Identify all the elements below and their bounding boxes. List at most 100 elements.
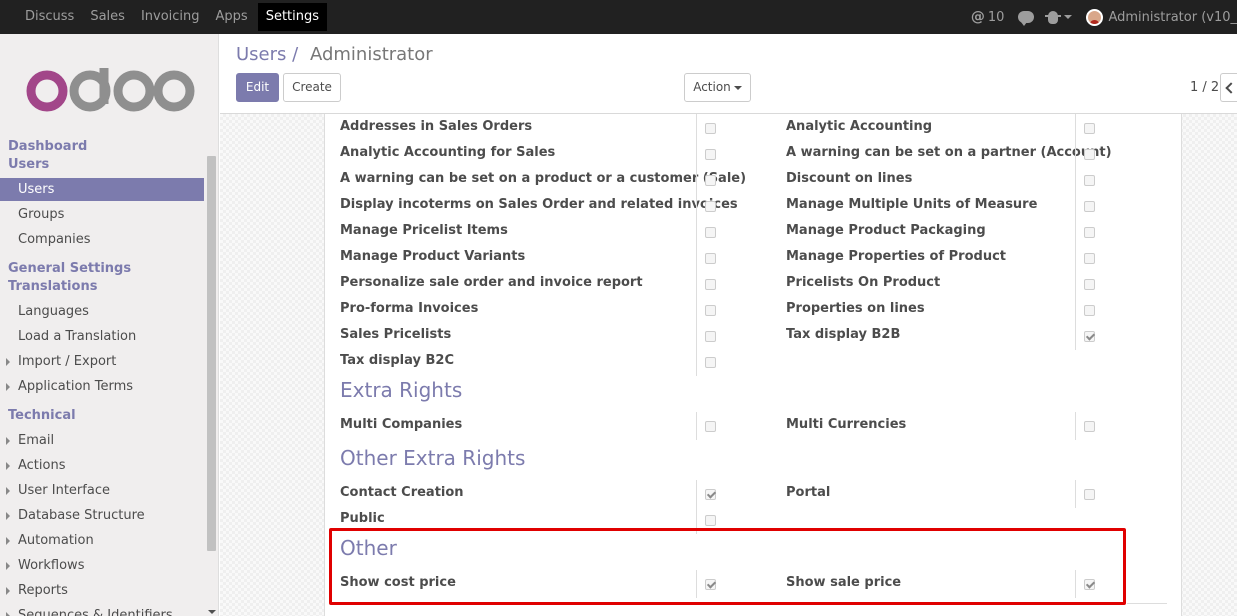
right-label-manage-properties-of-product: Manage Properties of Product — [786, 249, 1007, 264]
checkbox-display-incoterms-on-sales-order-and-related-invoices[interactable] — [705, 201, 716, 212]
sidebar-item-automation[interactable]: Automation — [0, 529, 204, 552]
checkbox-personalize-sale-order-and-invoice-report[interactable] — [705, 279, 716, 290]
access-right-row: Tax display B2C — [325, 348, 1183, 376]
right-label-a-warning-can-be-set-on-a-product-or-a-customer-sale: A warning can be set on a product or a c… — [340, 171, 747, 186]
sidebar-item-user-interface[interactable]: User Interface — [0, 479, 204, 502]
odoo-logo — [26, 68, 195, 112]
access-right-row: Manage Product Variants Manage Properties… — [325, 244, 1183, 272]
sidebar-item-application-terms[interactable]: Application Terms — [0, 375, 204, 398]
sidebar-item-companies[interactable]: Companies — [0, 228, 204, 251]
mentions-button[interactable]: @ 10 — [971, 9, 1005, 25]
user-menu-button[interactable]: Administrator (v10_ — [1086, 8, 1237, 26]
chevron-down-icon — [733, 85, 742, 90]
sidebar-section-dashboard[interactable]: Dashboard — [8, 139, 87, 154]
sidebar-item-load-translation[interactable]: Load a Translation — [0, 325, 204, 348]
sidebar-item-email[interactable]: Email — [0, 429, 204, 452]
section-title-other-extra-rights: Other Extra Rights — [340, 446, 526, 470]
field-separator — [696, 270, 697, 298]
checkbox-multi-companies[interactable] — [705, 421, 716, 432]
checkbox-manage-pricelist-items[interactable] — [705, 227, 716, 238]
bug-icon — [1045, 10, 1062, 24]
checkbox-public[interactable] — [705, 515, 716, 526]
checkbox-a-warning-can-be-set-on-a-product-or-a-customer-sale[interactable] — [705, 175, 716, 186]
avatar — [1086, 8, 1104, 26]
sidebar-section-technical[interactable]: Technical — [8, 408, 76, 423]
sidebar-scrollbar[interactable] — [205, 152, 218, 616]
menu-sales[interactable]: Sales — [82, 3, 133, 31]
control-panel: Users / Administrator Edit Create Action… — [220, 34, 1237, 114]
access-right-row: Addresses in Sales Orders Analytic Accoun… — [325, 114, 1183, 142]
checkbox-tax-display-b2b[interactable] — [1084, 331, 1095, 342]
checkbox-analytic-accounting[interactable] — [1084, 123, 1095, 134]
right-label-addresses-in-sales-orders: Addresses in Sales Orders — [340, 119, 533, 134]
sidebar-item-import-export[interactable]: Import / Export — [0, 350, 204, 373]
sidebar-item-actions[interactable]: Actions — [0, 454, 204, 477]
right-label-display-incoterms-on-sales-order-and-related-invoices: Display incoterms on Sales Order and rel… — [340, 197, 738, 212]
right-label-show-sale-price: Show sale price — [786, 575, 902, 590]
field-separator — [696, 506, 697, 534]
checkbox-manage-multiple-units-of-measure[interactable] — [1084, 201, 1095, 212]
checkbox-tax-display-b2c[interactable] — [705, 357, 716, 368]
scrollbar-thumb[interactable] — [207, 156, 216, 551]
checkbox-show-cost-price[interactable] — [705, 579, 716, 590]
field-separator — [1075, 166, 1076, 194]
sidebar-section-translations[interactable]: Translations — [8, 279, 97, 294]
right-label-tax-display-b2c: Tax display B2C — [340, 353, 455, 368]
field-separator — [1075, 114, 1076, 142]
access-right-row: Multi Companies Multi Currencies — [325, 412, 1183, 440]
access-right-row: Manage Pricelist Items Manage Product Pac… — [325, 218, 1183, 246]
field-separator — [1075, 296, 1076, 324]
scroll-down-arrow-icon[interactable] — [208, 610, 216, 614]
edit-button[interactable]: Edit — [236, 73, 279, 102]
chevron-down-icon — [1064, 15, 1073, 19]
checkbox-contact-creation[interactable] — [705, 489, 716, 500]
sidebar-item-languages[interactable]: Languages — [0, 300, 204, 323]
breadcrumb-users-link[interactable]: Users — [236, 44, 286, 65]
checkbox-manage-product-variants[interactable] — [705, 253, 716, 264]
checkbox-sales-pricelists[interactable] — [705, 331, 716, 342]
sidebar: Dashboard Users Users Groups Companies G… — [0, 34, 219, 616]
sidebar-section-users[interactable]: Users — [8, 157, 49, 172]
sidebar-item-users[interactable]: Users — [0, 178, 204, 201]
sidebar-item-sequences[interactable]: Sequences & Identifiers — [0, 604, 204, 616]
menu-settings[interactable]: Settings — [257, 3, 328, 31]
access-right-row: A warning can be set on a product or a c… — [325, 166, 1183, 194]
checkbox-portal[interactable] — [1084, 489, 1095, 500]
checkbox-a-warning-can-be-set-on-a-partner-account[interactable] — [1084, 149, 1095, 160]
action-dropdown-button[interactable]: Action — [684, 73, 751, 102]
right-label-show-cost-price: Show cost price — [340, 575, 456, 590]
menu-apps[interactable]: Apps — [208, 3, 256, 31]
sidebar-item-workflows[interactable]: Workflows — [0, 554, 204, 577]
create-button[interactable]: Create — [283, 73, 341, 102]
pager-previous-button[interactable] — [1220, 73, 1237, 102]
checkbox-show-sale-price[interactable] — [1084, 579, 1095, 590]
sidebar-item-database-structure[interactable]: Database Structure — [0, 504, 204, 527]
sidebar-section-general-settings[interactable]: General Settings — [8, 261, 131, 276]
menu-invoicing[interactable]: Invoicing — [133, 3, 208, 31]
checkbox-manage-properties-of-product[interactable] — [1084, 253, 1095, 264]
right-label-discount-on-lines: Discount on lines — [786, 171, 913, 186]
right-label-analytic-accounting: Analytic Accounting — [786, 119, 933, 134]
menu-discuss[interactable]: Discuss — [17, 3, 82, 31]
checkbox-addresses-in-sales-orders[interactable] — [705, 123, 716, 134]
breadcrumb: Users / Administrator — [236, 44, 433, 65]
checkbox-properties-on-lines[interactable] — [1084, 305, 1095, 316]
sidebar-item-reports[interactable]: Reports — [0, 579, 204, 602]
systray: @ 10 Administrator (v10_ — [971, 0, 1237, 34]
checkbox-multi-currencies[interactable] — [1084, 421, 1095, 432]
right-label-personalize-sale-order-and-invoice-report: Personalize sale order and invoice repor… — [340, 275, 643, 290]
field-separator — [696, 348, 697, 376]
checkbox-pricelists-on-product[interactable] — [1084, 279, 1095, 290]
checkbox-discount-on-lines[interactable] — [1084, 175, 1095, 186]
chat-bubble-icon — [1018, 11, 1035, 26]
checkbox-pro-forma-invoices[interactable] — [705, 305, 716, 316]
chat-button[interactable] — [1018, 11, 1035, 26]
access-right-row: Contact Creation Portal — [325, 480, 1183, 508]
debug-menu-button[interactable] — [1045, 10, 1073, 24]
checkbox-analytic-accounting-for-sales[interactable] — [705, 149, 716, 160]
user-name: Administrator (v10_ — [1108, 9, 1237, 25]
field-separator — [696, 570, 697, 598]
sidebar-item-groups[interactable]: Groups — [0, 203, 204, 226]
checkbox-manage-product-packaging[interactable] — [1084, 227, 1095, 238]
field-separator — [696, 140, 697, 168]
